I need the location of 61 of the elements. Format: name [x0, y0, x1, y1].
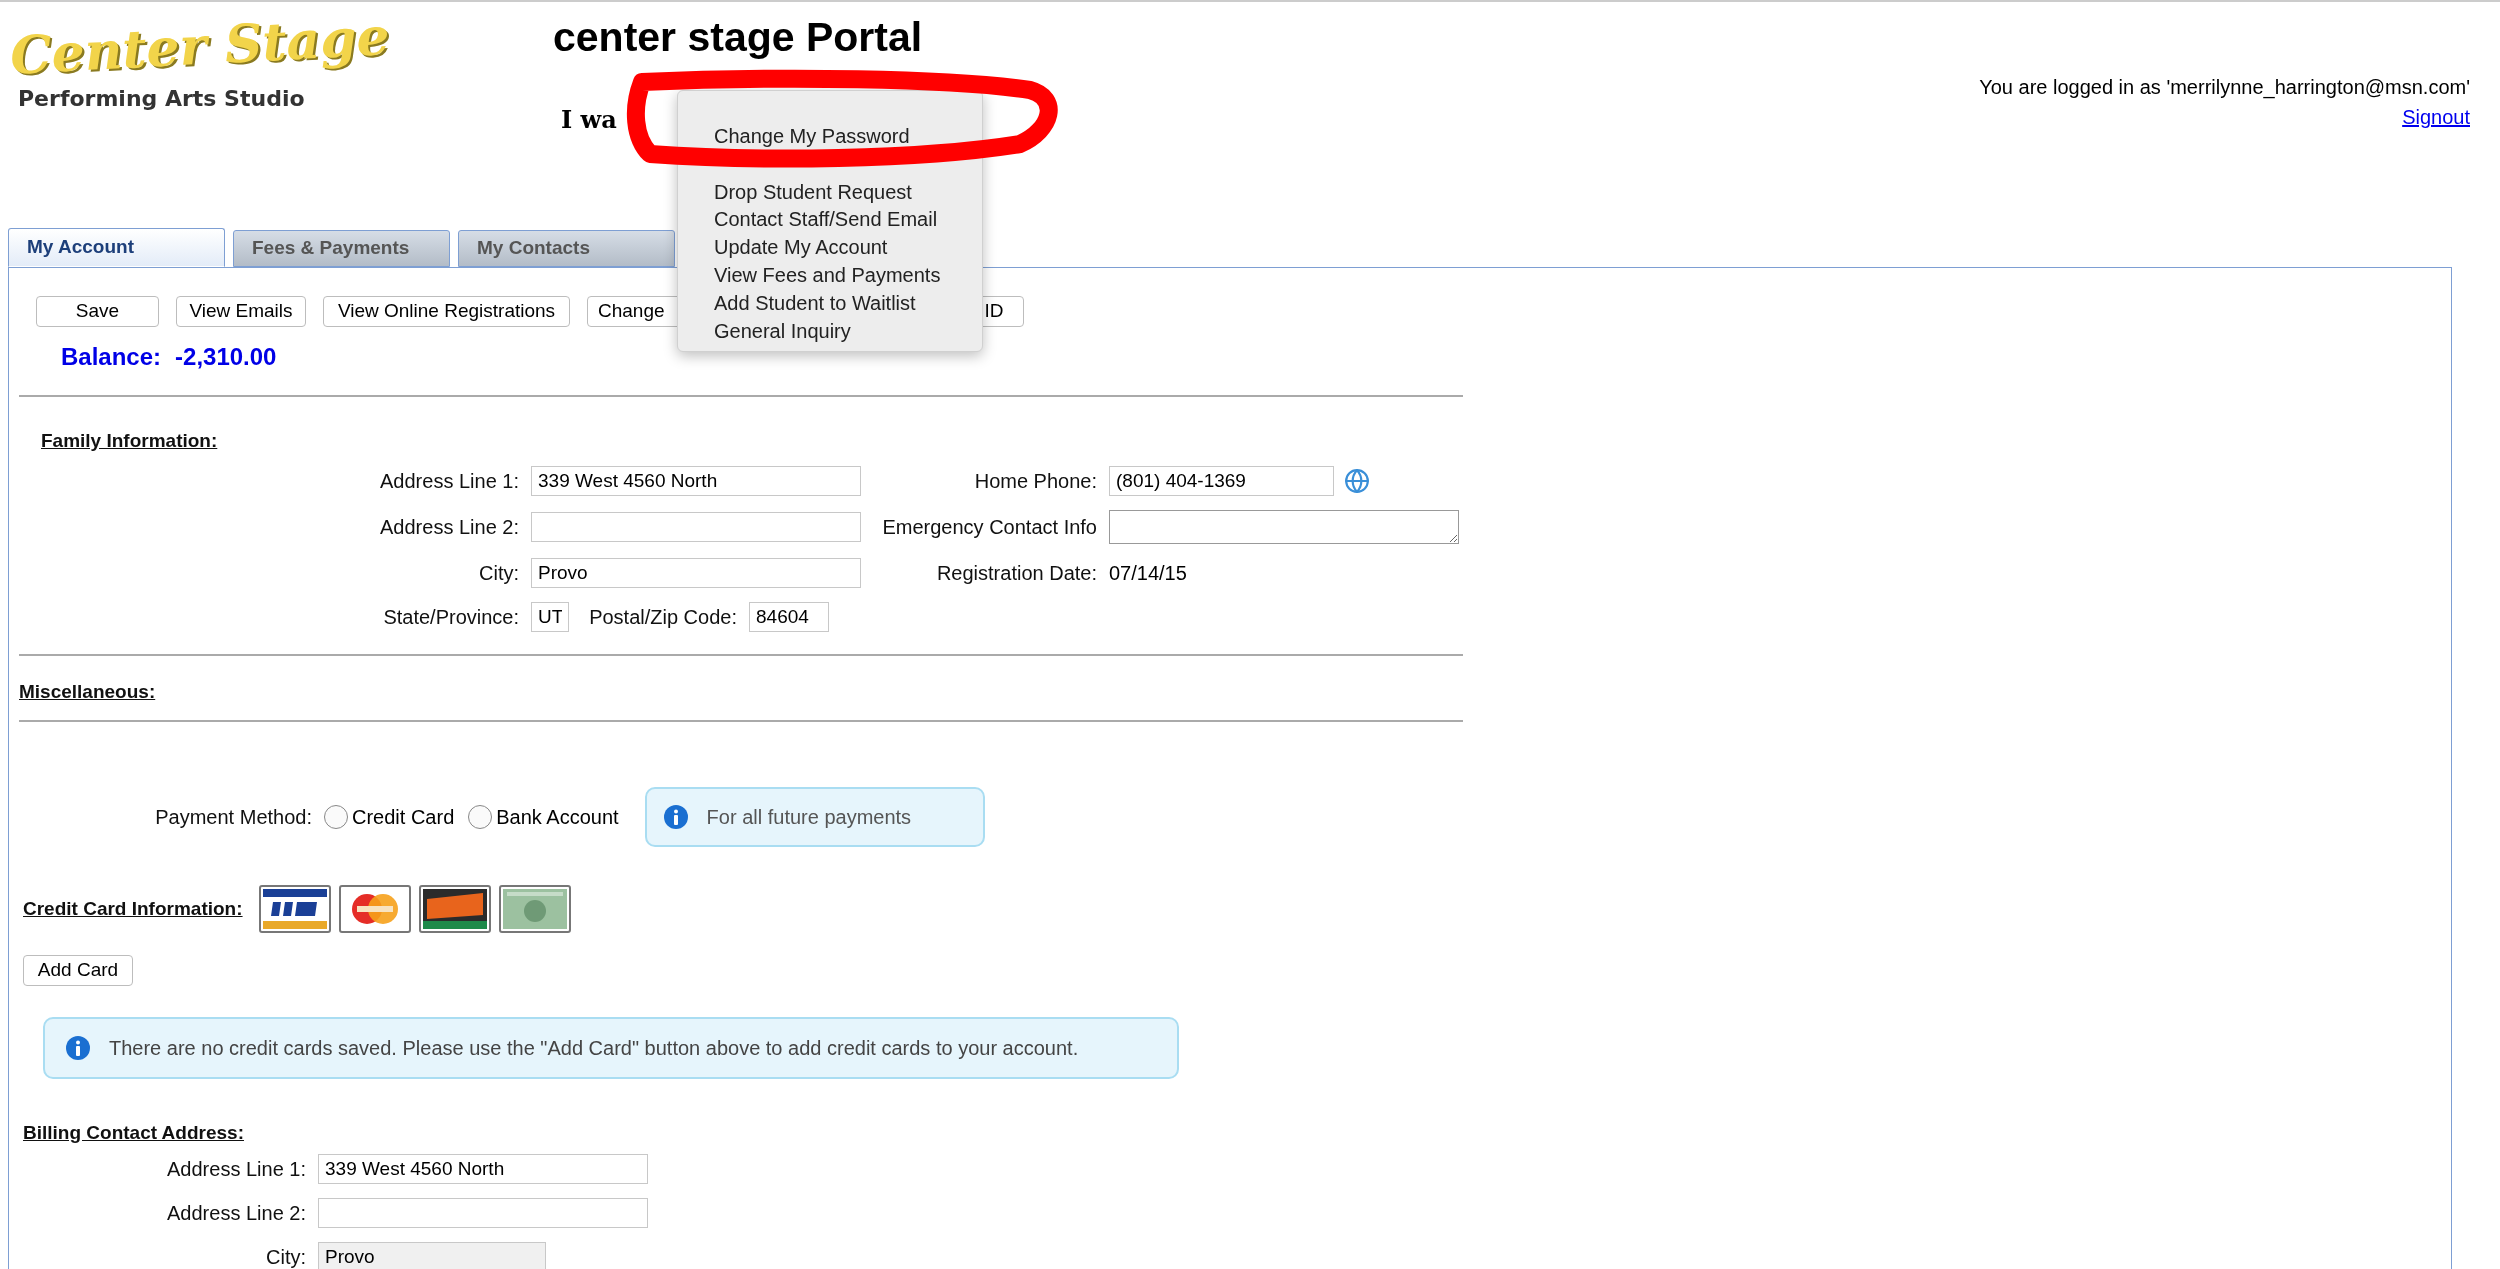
balance-label: Balance: [61, 342, 162, 372]
amex-card-icon [498, 885, 571, 933]
field-label: Postal/Zip Code: [588, 604, 738, 630]
field-label: Address Line 1: [166, 1156, 307, 1182]
menu-item[interactable]: Drop Student Request [678, 178, 912, 207]
add-card-button[interactable]: Add Card [23, 955, 133, 986]
menu-item[interactable]: Contact Staff/Send Email [678, 206, 938, 235]
menu-item[interactable]: General Inquiry [678, 317, 851, 346]
signout-link[interactable]: Signout [2402, 102, 2470, 132]
radio-label: Bank Account [496, 805, 619, 830]
field-label: State/Province: [382, 604, 520, 630]
tab[interactable]: Fees & Payments [233, 230, 450, 267]
menu-item[interactable]: Change My Password [678, 123, 910, 151]
visa-card-icon [258, 885, 331, 933]
field-label: Emergency Contact Info [881, 514, 1098, 540]
tab[interactable]: My Account [8, 228, 225, 267]
section-heading: Family Information: [41, 430, 218, 451]
info-icon [662, 804, 689, 830]
radio-button[interactable] [468, 805, 493, 829]
field-label: Payment Method: [154, 805, 313, 830]
radio-button[interactable] [324, 805, 348, 829]
radio-label: Credit Card [352, 805, 455, 830]
section-heading: Credit Card Information: [23, 896, 243, 921]
text-field[interactable]: 339 West 4560 North [531, 465, 861, 496]
field-label: City: [478, 560, 520, 586]
field-label: Registration Date: [935, 560, 1098, 586]
login-status: You are logged in as 'merrilynne_harrington@msn.com' [1979, 75, 2470, 101]
action-label: I wa [561, 104, 617, 136]
discover-card-icon [418, 885, 491, 933]
field-label: Address Line 2: [379, 514, 520, 540]
text-field[interactable] [318, 1197, 648, 1228]
page-title: center stage Portal [553, 13, 923, 62]
toolbar-button[interactable]: View Emails [176, 296, 306, 327]
text-field[interactable]: 84604 [749, 601, 829, 632]
menu-item[interactable]: Update My Account [678, 234, 888, 262]
text-area[interactable] [1109, 509, 1459, 544]
info-note-text: For all future payments [706, 805, 912, 830]
info-icon [65, 1035, 91, 1061]
toolbar-button[interactable]: Save [36, 296, 159, 327]
menu-item[interactable]: Add Student to Waitlist [678, 289, 916, 318]
text-field[interactable]: Provo [531, 557, 861, 588]
field-label: Address Line 2: [166, 1200, 307, 1226]
balance-value: -2,310.00 [175, 342, 277, 372]
field-label: Home Phone: [973, 468, 1098, 494]
registration-date: 07/14/15 [1109, 560, 1187, 586]
field-label: Address Line 1: [379, 468, 520, 494]
section-heading: Billing Contact Address: [23, 1122, 244, 1143]
logo-name: Center Stage [8, 6, 391, 86]
section-heading: Miscellaneous: [19, 680, 156, 702]
field-label: City: [265, 1244, 307, 1269]
globe-icon[interactable] [1344, 467, 1370, 494]
menu-item[interactable]: View Fees and Payments [678, 262, 941, 290]
mastercard-icon [338, 885, 411, 933]
text-field[interactable] [531, 511, 861, 542]
tab[interactable]: My Contacts [458, 230, 675, 267]
text-field[interactable]: 339 West 4560 North [318, 1153, 648, 1184]
logo-tagline: Performing Arts Studio [18, 85, 305, 113]
notice-text: There are no credit cards saved. Please use the "Add Card" button above to add credit cards to your account. [109, 1036, 1079, 1061]
text-field[interactable]: (801) 404-1369 [1109, 465, 1334, 496]
text-field[interactable]: UT [531, 601, 569, 632]
toolbar-button[interactable]: View Online Registrations [323, 296, 570, 327]
